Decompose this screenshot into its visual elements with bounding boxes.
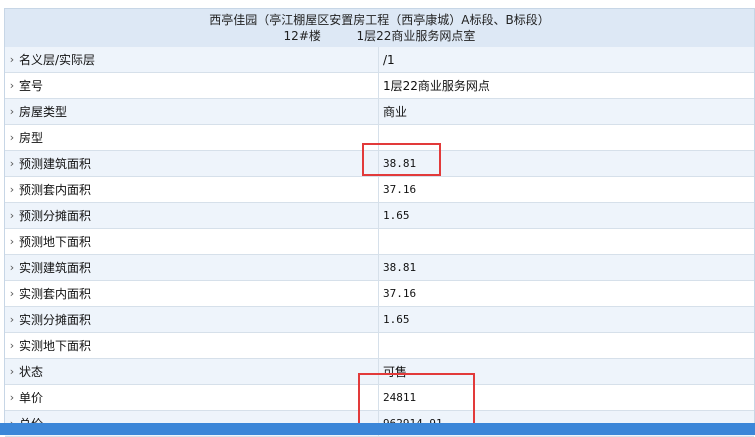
room-subtitle: 12#楼 1层22商业服务网点室 <box>5 28 754 44</box>
row-label: › 单价 <box>5 385 379 410</box>
row-label: › 实测地下面积 <box>5 333 379 358</box>
row-label-text: 预测套内面积 <box>19 183 92 197</box>
chevron-right-icon: › <box>9 287 15 300</box>
row-value: 商业 <box>383 105 408 119</box>
row-value: 1.65 <box>383 313 410 326</box>
row-label: › 状态 <box>5 359 379 384</box>
chevron-right-icon: › <box>9 391 15 404</box>
table-row: › 房屋类型 商业 <box>5 99 754 125</box>
row-label: › 房型 <box>5 125 379 150</box>
project-title: 西亭佳园（亭江棚屋区安置房工程（西亭康城）A标段、B标段） <box>209 13 550 27</box>
table-row: › 实测分摊面积 1.65 <box>5 307 754 333</box>
highlight-box-price <box>358 373 475 426</box>
chevron-right-icon: › <box>9 183 15 196</box>
building-number: 12#楼 <box>283 29 321 43</box>
row-label-text: 实测分摊面积 <box>19 313 92 327</box>
table-row: › 预测套内面积 37.16 <box>5 177 754 203</box>
row-label-text: 实测地下面积 <box>19 339 92 353</box>
chevron-right-icon: › <box>9 339 15 352</box>
bottom-bar <box>0 423 755 435</box>
highlight-box-predicted-area <box>362 143 441 176</box>
row-label: › 预测分摊面积 <box>5 203 379 228</box>
row-label: › 预测地下面积 <box>5 229 379 254</box>
room-name: 1层22商业服务网点室 <box>356 29 476 43</box>
row-value: /1 <box>383 52 395 67</box>
table-row: › 实测地下面积 <box>5 333 754 359</box>
row-label: › 实测分摊面积 <box>5 307 379 332</box>
chevron-right-icon: › <box>9 131 15 144</box>
table-row: › 实测套内面积 37.16 <box>5 281 754 307</box>
chevron-right-icon: › <box>9 235 15 248</box>
row-label: › 预测套内面积 <box>5 177 379 202</box>
row-label-text: 房型 <box>19 131 44 145</box>
chevron-right-icon: › <box>9 261 15 274</box>
row-label: › 房屋类型 <box>5 99 379 124</box>
row-label-text: 实测建筑面积 <box>19 261 92 275</box>
row-value <box>379 333 754 358</box>
chevron-right-icon: › <box>9 157 15 170</box>
row-label: › 室号 <box>5 73 379 98</box>
chevron-right-icon: › <box>9 53 15 66</box>
row-label: › 实测套内面积 <box>5 281 379 306</box>
row-label-text: 室号 <box>19 79 44 93</box>
table-row: › 预测分摊面积 1.65 <box>5 203 754 229</box>
row-value: 37.16 <box>383 287 417 300</box>
row-label-text: 实测套内面积 <box>19 287 92 301</box>
property-detail-table: 西亭佳园（亭江棚屋区安置房工程（西亭康城）A标段、B标段） 12#楼 1层22商… <box>4 8 755 437</box>
row-value <box>379 229 754 254</box>
row-label-text: 预测地下面积 <box>19 235 92 249</box>
row-label-text: 单价 <box>19 391 44 405</box>
chevron-right-icon: › <box>9 209 15 222</box>
table-header: 西亭佳园（亭江棚屋区安置房工程（西亭康城）A标段、B标段） 12#楼 1层22商… <box>5 9 754 48</box>
row-label-text: 房屋类型 <box>19 105 68 119</box>
chevron-right-icon: › <box>9 105 15 118</box>
row-value: 38.81 <box>383 261 417 274</box>
row-value: 1层22商业服务网点 <box>383 79 490 93</box>
chevron-right-icon: › <box>9 79 15 92</box>
row-label-text: 预测分摊面积 <box>19 209 92 223</box>
row-label-text: 状态 <box>19 365 44 379</box>
chevron-right-icon: › <box>9 365 15 378</box>
row-label-text: 名义层/实际层 <box>19 53 96 67</box>
chevron-right-icon: › <box>9 313 15 326</box>
row-label: › 预测建筑面积 <box>5 151 379 176</box>
row-label: › 名义层/实际层 <box>5 47 379 72</box>
table-row: › 实测建筑面积 38.81 <box>5 255 754 281</box>
row-label: › 实测建筑面积 <box>5 255 379 280</box>
table-row: › 室号 1层22商业服务网点 <box>5 73 754 99</box>
table-row: › 名义层/实际层/1 <box>5 47 754 73</box>
row-value: 37.16 <box>383 183 417 196</box>
row-label-text: 预测建筑面积 <box>19 157 92 171</box>
table-row: › 预测地下面积 <box>5 229 754 255</box>
row-value: 1.65 <box>383 209 410 222</box>
